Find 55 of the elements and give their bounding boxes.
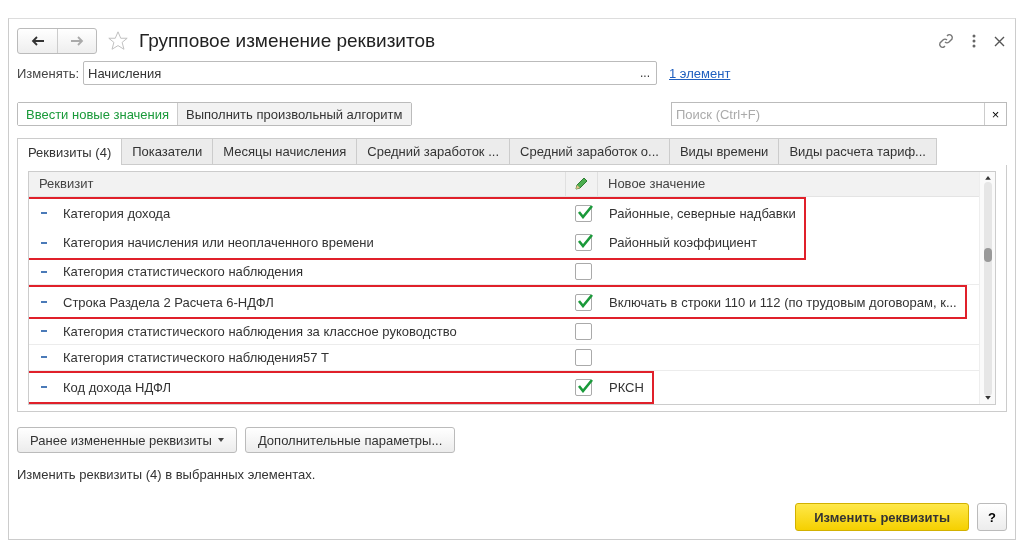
tab[interactable]: Средний заработок о... xyxy=(509,138,670,165)
field-label: Изменять: xyxy=(17,65,80,81)
elements-link[interactable]: 1 элемент xyxy=(669,65,731,81)
table-cell-text: РКСН xyxy=(608,379,645,395)
checkbox[interactable] xyxy=(574,378,592,396)
input-field[interactable]: Начисления ... xyxy=(83,61,658,85)
caret-icon xyxy=(217,438,224,442)
history-button[interactable]: Ранее измененные реквизиты xyxy=(17,427,237,453)
tab[interactable]: Показатели xyxy=(121,138,214,165)
apply-button[interactable]: Изменить реквизиты xyxy=(795,503,969,531)
table-cell-text: Код дохода НДФЛ xyxy=(63,379,172,395)
close-icon[interactable] xyxy=(994,35,1005,47)
dash-icon xyxy=(41,386,47,389)
column-header: Реквизит xyxy=(38,175,95,194)
tab[interactable]: Средний заработок ... xyxy=(356,138,510,165)
table-cell-text: Районный коэффициент xyxy=(608,235,758,251)
checkbox[interactable] xyxy=(574,293,592,311)
table-cell-text: Строка Раздела 2 Расчета 6-НДФЛ xyxy=(63,294,275,310)
pencil-icon xyxy=(574,176,589,192)
tab[interactable]: Реквизиты (4) xyxy=(17,138,123,165)
more-icon[interactable] xyxy=(972,34,976,48)
scroll-thumb[interactable] xyxy=(983,247,992,262)
tab[interactable]: Виды времени xyxy=(668,138,780,165)
choose-button[interactable]: ... xyxy=(638,66,653,80)
checkbox[interactable] xyxy=(574,322,592,340)
table-cell-text: Категория дохода xyxy=(63,205,172,221)
table-cell-text: Категория статистического наблюдения57 Т xyxy=(63,349,331,365)
left-arrow-icon xyxy=(30,36,45,46)
tab[interactable]: Месяцы начисления xyxy=(212,138,358,165)
checkbox[interactable] xyxy=(574,348,592,366)
checkbox[interactable] xyxy=(574,204,592,222)
options-button[interactable]: Дополнительные параметры... xyxy=(244,427,456,453)
right-arrow-icon xyxy=(70,36,84,46)
scrollbar[interactable] xyxy=(979,172,995,404)
table-cell-text: Включать в строки 110 и 112 (по трудовым договорам, к... xyxy=(608,294,958,310)
checkbox[interactable] xyxy=(574,234,592,252)
status-text: Изменить реквизиты (4) в выбранных элементах. xyxy=(17,467,317,482)
mode-button[interactable]: Выполнить произвольный алгоритм xyxy=(177,103,411,125)
dash-icon xyxy=(41,301,47,304)
checkbox[interactable] xyxy=(574,263,592,281)
help-button[interactable]: ? xyxy=(977,503,1007,531)
table-cell-text: Категория статистического наблюдения за классное руководство xyxy=(63,323,458,339)
search-field[interactable]: Поиск (Ctrl+F) × xyxy=(671,102,1007,126)
tab[interactable]: Виды расчета тариф... xyxy=(778,138,937,165)
dash-icon xyxy=(41,356,47,359)
dash-icon xyxy=(41,241,47,244)
link-icon[interactable] xyxy=(938,33,954,49)
dash-icon xyxy=(41,330,47,333)
table-cell-text: Категория статистического наблюдения xyxy=(63,264,305,280)
dash-icon xyxy=(41,212,47,215)
table-cell-text: Категория начисления или неоплаченного времени xyxy=(63,235,375,251)
window-title: Групповое изменение реквизитов xyxy=(139,30,437,52)
table-cell-text: Районные, северные надбавки xyxy=(608,205,797,221)
dash-icon xyxy=(41,270,47,273)
star-icon[interactable] xyxy=(107,30,129,52)
